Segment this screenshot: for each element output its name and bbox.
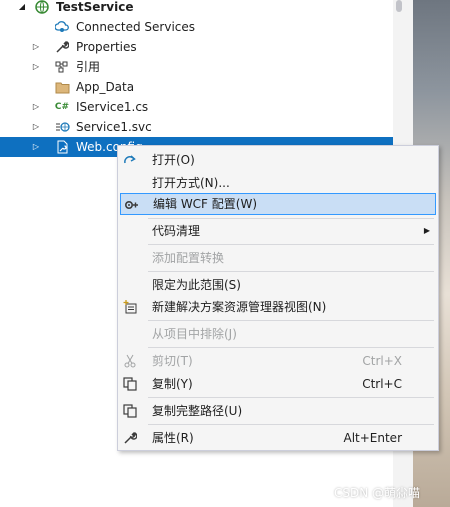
references-icon xyxy=(54,59,70,75)
folder-icon xyxy=(54,79,70,95)
menu-item-label: 属性(R) xyxy=(152,431,194,445)
tree-item-references[interactable]: ▷ 引用 xyxy=(0,57,393,77)
menu-item-label: 限定为此范围(S) xyxy=(152,278,241,292)
csharp-file-icon: C# xyxy=(54,102,70,112)
menu-item-open[interactable]: 打开(O) xyxy=(120,149,436,171)
tree-item-label: App_Data xyxy=(76,80,135,94)
scrollbar-thumb[interactable] xyxy=(396,0,402,12)
menu-item-label: 复制(Y) xyxy=(152,377,193,391)
menu-item-label: 打开(O) xyxy=(152,153,195,167)
expand-arrow-icon[interactable]: ▷ xyxy=(30,97,42,117)
menu-separator xyxy=(148,397,434,398)
tree-item-label: IService1.cs xyxy=(76,100,149,114)
menu-item-copy-full-path[interactable]: 复制完整路径(U) xyxy=(120,400,436,422)
wrench-icon xyxy=(122,430,138,446)
tree-item-label: Properties xyxy=(76,40,137,54)
menu-item-scope-to-this[interactable]: 限定为此范围(S) xyxy=(120,274,436,296)
wrench-icon xyxy=(54,39,70,55)
globe-project-icon xyxy=(34,0,50,15)
menu-item-label: 打开方式(N)... xyxy=(152,176,230,190)
menu-item-label: 代码清理 xyxy=(152,224,201,238)
watermark: CSDN @萌尛喵 xyxy=(334,486,421,500)
expand-arrow-icon[interactable]: ▷ xyxy=(30,137,42,157)
open-arrow-icon xyxy=(122,152,138,168)
tree-item-connected-services[interactable]: Connected Services xyxy=(0,17,393,37)
tree-item-label: Connected Services xyxy=(76,20,196,34)
svc-file-icon xyxy=(54,119,70,135)
menu-item-open-with[interactable]: 打开方式(N)... xyxy=(120,172,436,194)
menu-item-label: 新建解决方案资源管理器视图(N) xyxy=(152,300,327,314)
menu-item-label: 从项目中排除(J) xyxy=(152,327,237,341)
menu-item-edit-wcf-config[interactable]: 编辑 WCF 配置(W) xyxy=(120,193,436,215)
menu-item-label: 复制完整路径(U) xyxy=(152,404,243,418)
copy-icon xyxy=(122,376,138,392)
tree-item-iservice1[interactable]: ▷ C# IService1.cs xyxy=(0,97,393,117)
menu-item-add-config-transform[interactable]: 添加配置转换 xyxy=(120,247,436,269)
expand-arrow-icon[interactable]: ▷ xyxy=(30,37,42,57)
wcf-config-gear-icon xyxy=(123,196,139,212)
menu-item-label: 剪切(T) xyxy=(152,354,193,368)
tree-item-service1-svc[interactable]: ▷ Service1.svc xyxy=(0,117,393,137)
tree-item-app-data[interactable]: App_Data xyxy=(0,77,393,97)
menu-item-shortcut: Ctrl+X xyxy=(362,354,402,368)
expand-arrow-icon[interactable]: ◢ xyxy=(16,0,28,17)
new-explorer-view-icon xyxy=(122,299,138,315)
menu-separator xyxy=(148,218,434,219)
tree-item-label: TestService xyxy=(56,0,134,14)
menu-item-label: 编辑 WCF 配置(W) xyxy=(153,197,258,211)
menu-item-exclude-from-project[interactable]: 从项目中排除(J) xyxy=(120,323,436,345)
copy-path-icon xyxy=(122,403,138,419)
tree-item-properties[interactable]: ▷ Properties xyxy=(0,37,393,57)
tree-item-label: Service1.svc xyxy=(76,120,152,134)
tree-item-label: 引用 xyxy=(76,60,101,74)
menu-separator xyxy=(148,347,434,348)
tree-item-project[interactable]: ◢ TestService xyxy=(0,0,393,17)
menu-item-shortcut: Ctrl+C xyxy=(362,377,402,391)
scissors-icon xyxy=(122,353,138,369)
menu-item-shortcut: Alt+Enter xyxy=(343,431,402,445)
menu-separator xyxy=(148,244,434,245)
connected-services-icon xyxy=(54,19,70,35)
menu-item-properties[interactable]: 属性(R) Alt+Enter xyxy=(120,427,436,449)
menu-separator xyxy=(148,320,434,321)
menu-item-new-explorer-view[interactable]: 新建解决方案资源管理器视图(N) xyxy=(120,296,436,318)
menu-separator xyxy=(148,271,434,272)
menu-item-cut[interactable]: 剪切(T) Ctrl+X xyxy=(120,350,436,372)
menu-separator xyxy=(148,424,434,425)
config-file-icon xyxy=(54,139,70,155)
context-menu: 打开(O) 打开方式(N)... 编辑 WCF 配置(W) 代码清理 ▶ 添加配… xyxy=(117,145,439,451)
expand-arrow-icon[interactable]: ▷ xyxy=(30,57,42,77)
menu-item-label: 添加配置转换 xyxy=(152,251,225,265)
expand-arrow-icon[interactable]: ▷ xyxy=(30,117,42,137)
submenu-arrow-icon: ▶ xyxy=(423,226,430,235)
menu-item-code-cleanup[interactable]: 代码清理 ▶ xyxy=(120,220,436,242)
menu-item-copy[interactable]: 复制(Y) Ctrl+C xyxy=(120,373,436,395)
